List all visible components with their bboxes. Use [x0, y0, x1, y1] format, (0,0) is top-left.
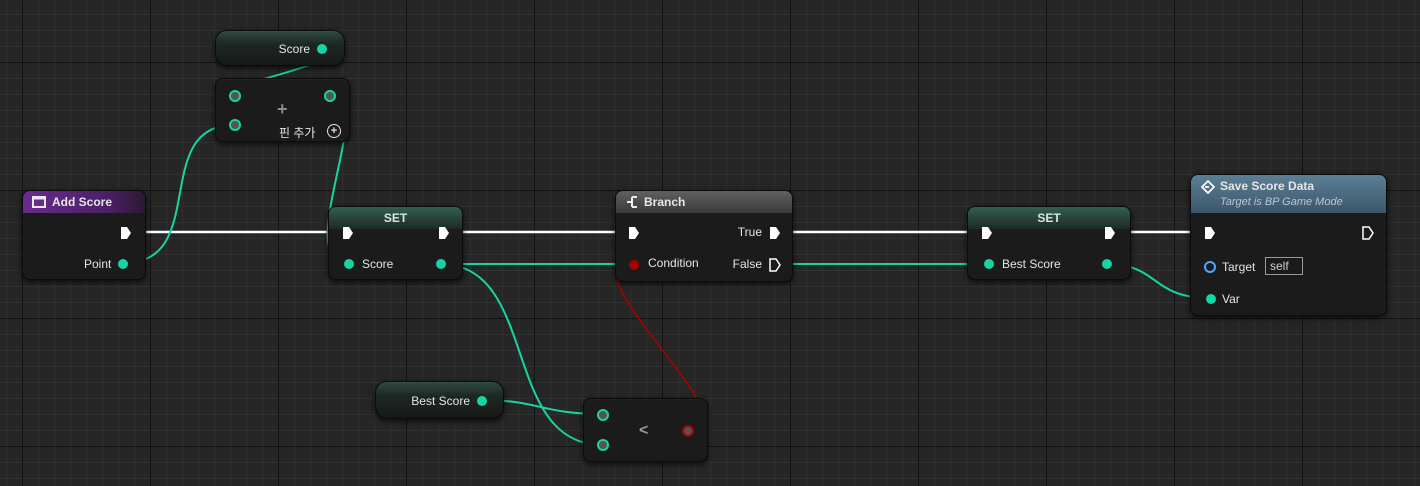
branch-condition-label: Condition	[648, 256, 699, 270]
score-getter-node[interactable]: Score	[215, 30, 345, 66]
save-var-label: Var	[1222, 292, 1240, 306]
branch-false-exec-pin[interactable]	[769, 258, 781, 272]
set-score-exec-out-pin[interactable]	[438, 226, 450, 240]
branch-icon	[627, 196, 637, 208]
set-best-score-node[interactable]: SET Best Score	[967, 206, 1131, 280]
branch-exec-in-pin[interactable]	[628, 226, 640, 240]
score-getter-label: Score	[278, 42, 310, 56]
save-var-pin[interactable]	[1206, 294, 1216, 304]
save-score-data-header: Save Score Data Target is BP Game Mode	[1191, 175, 1386, 213]
best-score-getter-node[interactable]: Best Score	[375, 381, 504, 419]
set-best-score-pin-label: Best Score	[1002, 257, 1061, 271]
add-output-pin[interactable]	[324, 90, 336, 102]
score-getter-output-pin[interactable]	[317, 44, 327, 54]
branch-node[interactable]: Branch True Condition False	[615, 190, 793, 282]
add-circle-icon[interactable]: +	[327, 124, 341, 138]
set-best-score-output-pin[interactable]	[1102, 259, 1112, 269]
event-icon	[32, 196, 46, 208]
function-icon	[1201, 180, 1215, 194]
best-score-getter-label: Best Score	[411, 394, 470, 408]
save-target-label: Target	[1222, 260, 1256, 274]
branch-true-label: True	[737, 225, 762, 239]
point-output-pin[interactable]	[118, 259, 128, 269]
set-score-exec-in-pin[interactable]	[342, 226, 354, 240]
save-score-data-title: Save Score Data	[1220, 179, 1315, 193]
add-input-a-pin[interactable]	[229, 90, 241, 102]
set-score-output-pin[interactable]	[436, 259, 446, 269]
branch-true-exec-pin[interactable]	[769, 226, 781, 240]
set-score-input-pin[interactable]	[344, 259, 354, 269]
set-best-score-exec-out-pin[interactable]	[1104, 226, 1116, 240]
add-score-event-node[interactable]: Add Score Point	[22, 190, 146, 280]
best-score-getter-output-pin[interactable]	[477, 396, 487, 406]
less-output-pin[interactable]	[682, 425, 694, 437]
plus-icon: +	[277, 99, 288, 119]
add-score-header: Add Score	[23, 191, 145, 213]
branch-title: Branch	[644, 195, 686, 209]
branch-condition-pin[interactable]	[629, 260, 639, 270]
less-than-operator: <	[639, 422, 649, 439]
save-exec-in-pin[interactable]	[1204, 226, 1216, 240]
set-best-score-input-pin[interactable]	[984, 259, 994, 269]
set-best-score-exec-in-pin[interactable]	[981, 226, 993, 240]
set-score-node[interactable]: SET Score	[328, 206, 463, 280]
less-input-b-pin[interactable]	[597, 439, 609, 451]
save-target-value-field[interactable]: self	[1265, 257, 1303, 275]
point-pin-label: Point	[84, 257, 112, 271]
add-node[interactable]: + 핀 추가 +	[215, 78, 350, 142]
save-exec-out-pin[interactable]	[1362, 226, 1374, 240]
add-input-b-pin[interactable]	[229, 119, 241, 131]
add-score-title: Add Score	[52, 195, 113, 209]
set-score-pin-label: Score	[362, 257, 394, 271]
save-score-data-subtitle: Target is BP Game Mode	[1220, 196, 1343, 208]
add-score-exec-out-pin[interactable]	[120, 226, 132, 240]
branch-false-label: False	[732, 257, 762, 271]
less-input-a-pin[interactable]	[597, 409, 609, 421]
add-pin-label[interactable]: 핀 추가	[279, 124, 315, 141]
save-target-pin[interactable]	[1204, 261, 1216, 273]
save-score-data-node[interactable]: Save Score Data Target is BP Game Mode T…	[1190, 174, 1387, 316]
branch-header: Branch	[616, 191, 792, 213]
less-than-node[interactable]: <	[583, 398, 708, 462]
